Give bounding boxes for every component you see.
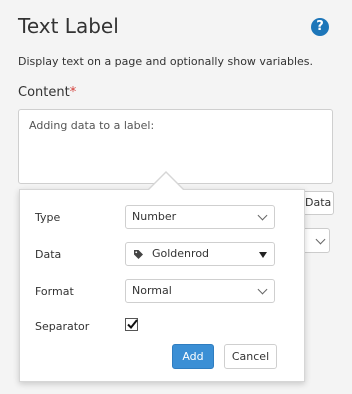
add-button[interactable]: Add: [172, 344, 214, 369]
page-title: Text Label: [18, 14, 119, 38]
content-label-text: Content: [18, 85, 70, 100]
tag-icon: [134, 250, 143, 259]
popover-arrow-fill: [148, 173, 184, 191]
content-label: Content*: [18, 85, 76, 100]
chevron-down-icon: [257, 210, 268, 221]
cancel-button[interactable]: Cancel: [224, 344, 277, 369]
type-select-value: Number: [132, 210, 177, 223]
page-description: Display text on a page and optionally sh…: [18, 55, 314, 68]
caret-down-icon: [259, 252, 267, 258]
question-circle-icon[interactable]: ?: [311, 18, 329, 36]
separator-checkbox[interactable]: [125, 318, 138, 331]
chevron-down-icon: [257, 284, 268, 295]
chevron-down-icon: [315, 234, 326, 245]
format-label: Format: [35, 285, 74, 298]
background-select[interactable]: [302, 228, 330, 253]
type-label: Type: [35, 211, 61, 224]
checkmark-icon: [127, 319, 138, 329]
data-select[interactable]: Goldenrod: [125, 242, 275, 266]
separator-label: Separator: [35, 320, 90, 333]
data-label: Data: [35, 248, 62, 261]
required-marker: *: [69, 85, 77, 100]
format-select-value: Normal: [132, 284, 172, 297]
format-select[interactable]: Normal: [125, 279, 275, 303]
type-select[interactable]: Number: [125, 205, 275, 229]
data-select-value: Goldenrod: [152, 247, 210, 260]
